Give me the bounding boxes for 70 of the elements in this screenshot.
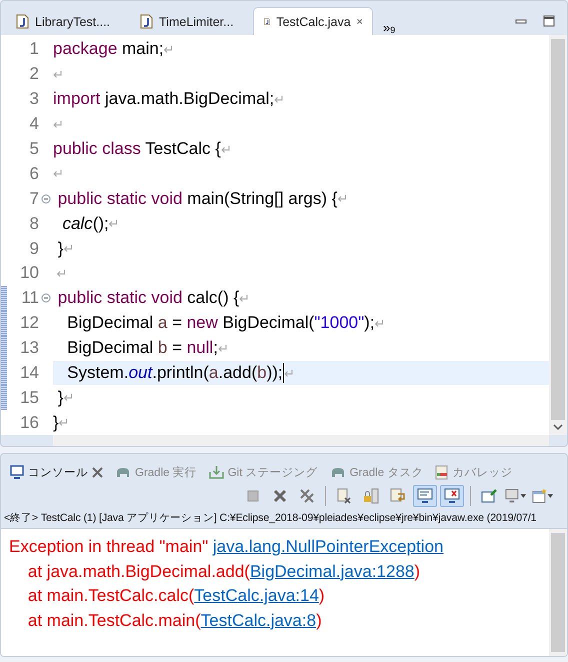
code-line: import java.math.BigDecimal;↵ — [53, 88, 286, 110]
vertical-scrollbar[interactable] — [549, 35, 567, 436]
code-line: }↵ — [53, 412, 71, 434]
java-file-icon — [140, 14, 153, 29]
close-icon[interactable] — [92, 466, 103, 478]
console-line: at main.TestCalc.calc(TestCalc.java:14) — [26, 586, 326, 607]
collapse-icon[interactable] — [41, 194, 51, 204]
line-number: 3 — [28, 89, 39, 110]
line-number: 10 — [19, 263, 39, 284]
word-wrap-icon — [390, 488, 406, 504]
console-line: Exception in thread "main" java.lang.NullPointerException — [9, 537, 444, 558]
console-line: at main.TestCalc.main(TestCalc.java:8) — [26, 610, 323, 632]
line-number: 7 — [28, 188, 39, 209]
code-line: }↵ — [56, 238, 76, 260]
line-number: 1 — [28, 39, 39, 60]
line-number: 9 — [28, 238, 39, 259]
line-number: 11 — [20, 288, 39, 308]
code-line: BigDecimal a = new BigDecimal("1000");↵ — [66, 312, 387, 334]
close-icon — [272, 488, 288, 504]
download-tray-icon — [208, 465, 224, 479]
line-number: 14 — [19, 363, 39, 384]
scroll-down-icon[interactable] — [553, 424, 563, 432]
more-tabs-button[interactable]: »$_{9}$ — [375, 11, 404, 35]
code-line: ↵ — [53, 165, 65, 184]
line-number: 13 — [19, 338, 39, 358]
text-cursor — [282, 363, 284, 384]
code-line: public class TestCalc {↵ — [53, 138, 233, 160]
line-number: 2 — [28, 64, 39, 84]
monitor-icon — [10, 465, 24, 479]
elephant-icon — [330, 466, 346, 478]
line-number: 5 — [28, 139, 39, 159]
code-line: ↵ — [56, 264, 69, 283]
document-clear-icon — [336, 488, 352, 504]
elephant-icon — [115, 466, 131, 478]
stop-icon — [245, 488, 261, 504]
java-file-icon — [16, 14, 29, 29]
editor-tab[interactable]: TimeLimiter... — [129, 7, 251, 35]
line-number: 12 — [19, 313, 39, 334]
line-number: 8 — [28, 214, 39, 234]
code-line: public static void calc() {↵ — [56, 287, 252, 310]
double-close-icon — [299, 488, 315, 504]
collapse-icon[interactable] — [41, 293, 51, 304]
console-output-icon — [417, 488, 433, 504]
line-number: 4 — [28, 114, 39, 134]
editor-tab[interactable]: LibraryTest.... — [5, 7, 127, 35]
line-number: 15 — [19, 388, 39, 408]
line-number: 16 — [19, 412, 39, 433]
console-line: at java.math.BigDecimal.add(BigDecimal.java:1288) — [26, 562, 422, 582]
vertical-scrollbar[interactable] — [549, 529, 567, 656]
code-line: }↵ — [56, 386, 76, 409]
code-line: package main;↵ — [53, 38, 176, 60]
pin-icon — [481, 488, 497, 504]
console-status: <終了> TestCalc (1) [Java アプリケーション] C:¥Eclipse_2018-09¥pleiades¥eclipse¥jre¥bin¥javaw.exe (2019/07/1 — [3, 511, 538, 526]
maximize-icon[interactable] — [543, 15, 555, 27]
code-line: public static void main(String[] args) {↵ — [56, 188, 350, 210]
report-icon — [435, 464, 448, 480]
code-line: BigDecimal b = null;↵ — [66, 337, 230, 360]
editor-tab[interactable]: TestCalc.java — [253, 7, 373, 35]
new-console-icon — [532, 488, 554, 504]
code-line: ↵ — [53, 116, 65, 134]
toolbar-button[interactable] — [440, 485, 464, 507]
console-error-icon — [444, 488, 460, 504]
line-number: 6 — [28, 164, 39, 184]
toolbar-button[interactable] — [413, 485, 437, 507]
code-line: ↵ — [53, 66, 65, 84]
close-icon[interactable] — [356, 16, 362, 27]
horizontal-scrollbar[interactable] — [53, 435, 549, 446]
monitor-dropdown-icon — [505, 488, 527, 504]
code-line: calc();↵ — [61, 212, 121, 235]
scroll-lock-icon — [363, 488, 379, 504]
